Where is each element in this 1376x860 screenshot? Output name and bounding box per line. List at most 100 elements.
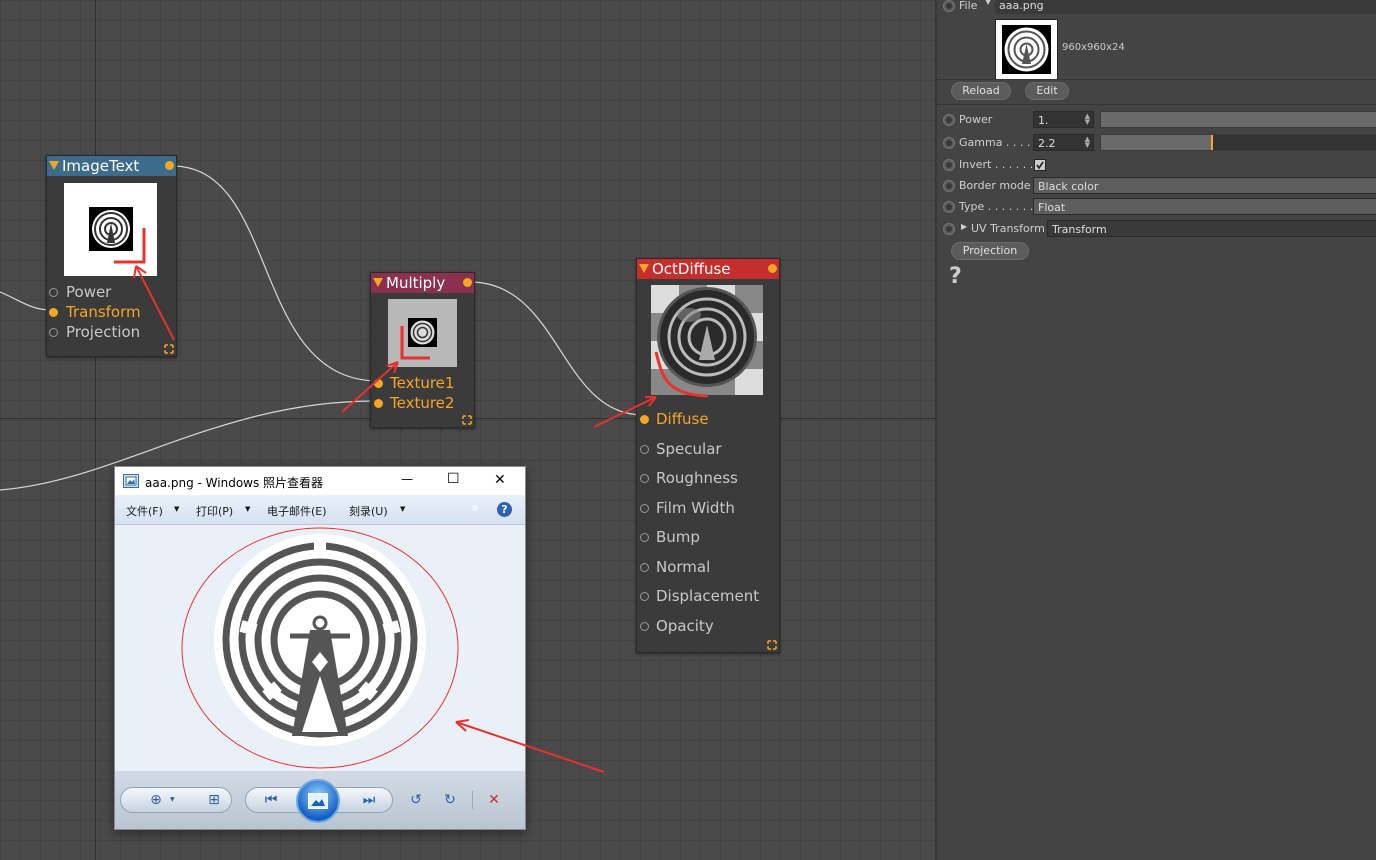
- port-specular[interactable]: Specular: [637, 435, 779, 465]
- port-label: Opacity: [656, 616, 714, 635]
- port-dot[interactable]: [49, 328, 58, 337]
- port-label: Roughness: [656, 469, 738, 487]
- port-label: Bump: [656, 528, 700, 546]
- uv-transform-row: ▶ UV Transform Transform: [937, 219, 1376, 239]
- port-dot[interactable]: [49, 288, 58, 297]
- port-transform[interactable]: Transform: [47, 302, 176, 322]
- port-projection[interactable]: Projection: [47, 322, 176, 342]
- help-icon[interactable]: ?: [949, 264, 962, 289]
- power-slider[interactable]: [1100, 111, 1376, 128]
- slideshow-button[interactable]: [296, 779, 340, 823]
- output-port[interactable]: [463, 278, 472, 287]
- port-dot[interactable]: [640, 415, 649, 424]
- animate-radio[interactable]: [943, 0, 955, 12]
- node-octdiffuse-header[interactable]: OctDiffuse: [637, 259, 779, 279]
- port-dot[interactable]: [49, 308, 58, 317]
- dropdown-triangle-icon[interactable]: ▼: [174, 505, 179, 513]
- zoom-icon[interactable]: ⊕: [145, 791, 167, 809]
- border-mode-label: Border mode: [959, 179, 1031, 192]
- projection-button[interactable]: Projection: [951, 242, 1029, 260]
- uv-transform-link[interactable]: Transform: [1047, 220, 1376, 237]
- dropdown-triangle-icon[interactable]: ▼: [170, 796, 175, 803]
- port-normal[interactable]: Normal: [637, 553, 779, 583]
- delete-icon[interactable]: ✕: [485, 791, 503, 809]
- invert-checkbox[interactable]: [1034, 159, 1046, 171]
- port-bump[interactable]: Bump: [637, 523, 779, 553]
- port-dot[interactable]: [640, 562, 649, 572]
- resize-icon[interactable]: [164, 344, 174, 354]
- next-icon[interactable]: ⏭: [357, 791, 381, 809]
- port-dot[interactable]: [640, 503, 649, 513]
- port-dot[interactable]: [640, 474, 649, 483]
- node-imagetext-header[interactable]: ImageText: [47, 156, 176, 176]
- menu-print[interactable]: 打印(P): [196, 503, 233, 519]
- expand-arrow-icon[interactable]: ▶: [961, 222, 967, 231]
- port-label: Projection: [66, 323, 141, 341]
- border-mode-dropdown[interactable]: Black color: [1033, 177, 1376, 194]
- power-row: Power 1. ▲ ▼: [937, 110, 1376, 130]
- menu-file[interactable]: 文件(F): [126, 503, 163, 519]
- minimize-icon[interactable]: —: [401, 472, 413, 486]
- previous-icon[interactable]: ⏮: [259, 791, 283, 809]
- maximize-icon[interactable]: ☐: [447, 471, 460, 487]
- gamma-input[interactable]: 2.2 ▲ ▼: [1033, 134, 1094, 151]
- resize-icon[interactable]: [462, 415, 472, 425]
- port-dot[interactable]: [640, 621, 649, 631]
- port-texture1[interactable]: Texture1: [371, 373, 474, 393]
- port-roughness[interactable]: Roughness: [637, 464, 779, 494]
- animate-radio[interactable]: [943, 159, 955, 171]
- spinner-icon[interactable]: ▲ ▼: [1085, 113, 1090, 126]
- port-dot[interactable]: [374, 379, 383, 388]
- port-film-width[interactable]: Film Width: [637, 494, 779, 524]
- rotate-right-icon[interactable]: ↻: [441, 791, 459, 809]
- animate-radio[interactable]: [943, 137, 955, 149]
- output-port[interactable]: [165, 161, 174, 170]
- port-dot[interactable]: [640, 533, 649, 542]
- overflow-chevron-icon[interactable]: »: [471, 501, 479, 516]
- dropdown-triangle-icon[interactable]: ▼: [985, 0, 991, 6]
- type-dropdown[interactable]: Float: [1033, 198, 1376, 215]
- animate-radio[interactable]: [943, 114, 955, 126]
- collapse-triangle-icon[interactable]: [373, 278, 383, 287]
- animate-radio[interactable]: [943, 180, 955, 192]
- wire-imagetext-to-texture1: [171, 165, 379, 382]
- node-octdiffuse-preview: [651, 285, 763, 395]
- reload-button[interactable]: Reload: [951, 82, 1011, 100]
- help-icon[interactable]: ?: [497, 502, 512, 517]
- port-displacement[interactable]: Displacement: [637, 582, 779, 612]
- power-input[interactable]: 1. ▲ ▼: [1033, 111, 1094, 128]
- port-dot[interactable]: [374, 399, 383, 408]
- collapse-triangle-icon[interactable]: [639, 264, 649, 273]
- port-dot[interactable]: [640, 444, 649, 454]
- node-imagetext-preview: [64, 183, 157, 276]
- menu-burn[interactable]: 刻录(U): [349, 503, 388, 519]
- file-path-field[interactable]: aaa.png: [995, 0, 1376, 14]
- close-icon[interactable]: ✕: [494, 472, 506, 488]
- edit-button[interactable]: Edit: [1025, 82, 1069, 100]
- port-opacity[interactable]: Opacity: [637, 612, 779, 642]
- spinner-icon[interactable]: ▲ ▼: [1085, 136, 1090, 149]
- dropdown-triangle-icon[interactable]: ▼: [400, 505, 405, 513]
- resize-icon[interactable]: [767, 640, 777, 650]
- dropdown-triangle-icon[interactable]: ▼: [245, 505, 250, 513]
- port-dot[interactable]: [640, 592, 649, 601]
- rotate-left-icon[interactable]: ↺: [407, 791, 425, 809]
- port-texture2[interactable]: Texture2: [371, 393, 474, 413]
- node-octdiffuse[interactable]: OctDiffuse Diffuse Specular Roughness Fi…: [636, 258, 780, 653]
- node-multiply[interactable]: Multiply Texture1 Texture2: [370, 272, 475, 428]
- photo-viewer-window[interactable]: aaa.png - Windows 照片查看器 — ☐ ✕ 文件(F) ▼ 打印…: [114, 466, 526, 830]
- menu-email[interactable]: 电子邮件(E): [267, 503, 327, 519]
- collapse-triangle-icon[interactable]: [49, 161, 59, 170]
- node-imagetext[interactable]: ImageText Power Transform Projection: [46, 155, 177, 357]
- output-port[interactable]: [768, 264, 777, 273]
- gamma-slider[interactable]: [1100, 134, 1376, 151]
- animate-radio[interactable]: [943, 201, 955, 213]
- node-multiply-header[interactable]: Multiply: [371, 273, 474, 293]
- animate-radio[interactable]: [943, 223, 955, 235]
- port-power[interactable]: Power: [47, 282, 176, 302]
- viewer-titlebar[interactable]: aaa.png - Windows 照片查看器 — ☐ ✕: [115, 467, 525, 495]
- port-diffuse[interactable]: Diffuse: [637, 405, 779, 435]
- port-label: Texture1: [390, 374, 455, 392]
- fit-icon[interactable]: ⊞: [204, 791, 224, 809]
- slideshow-icon: [308, 793, 328, 809]
